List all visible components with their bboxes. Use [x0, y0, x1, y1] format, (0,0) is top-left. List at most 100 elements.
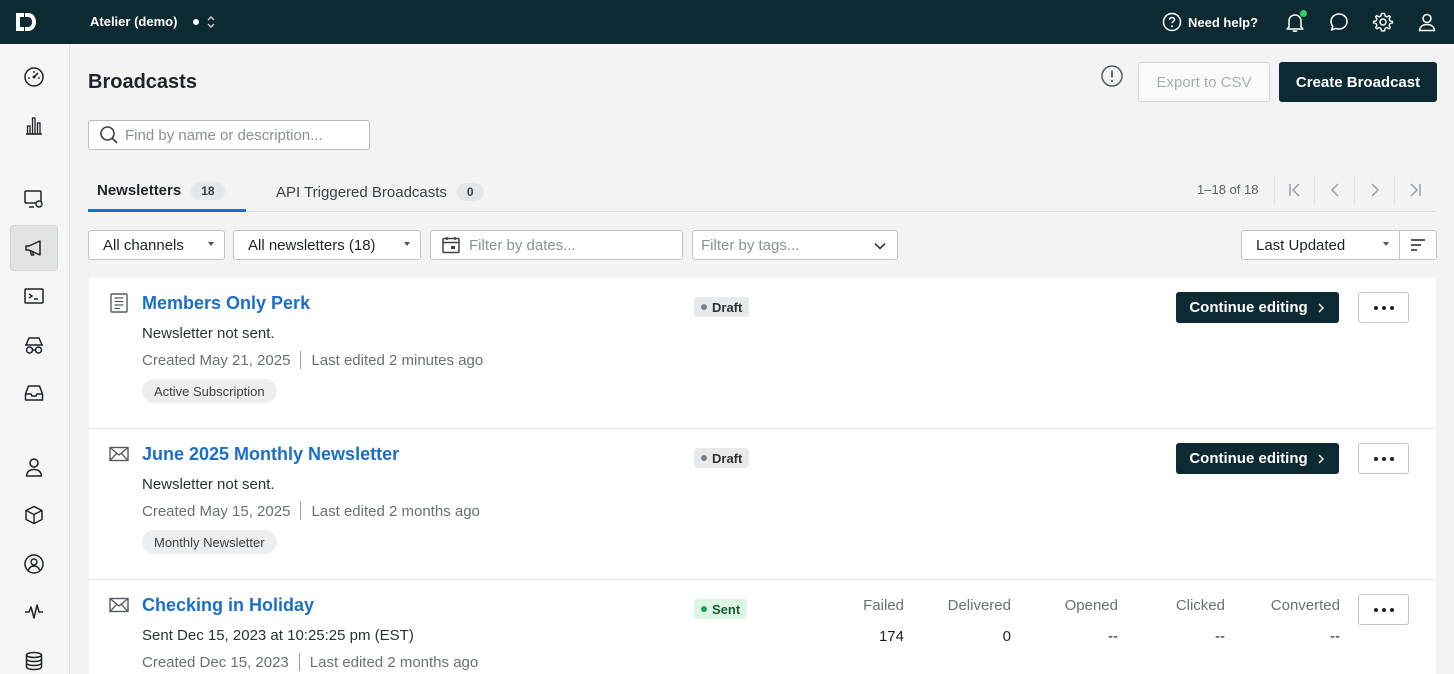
status-label: Draft: [712, 299, 743, 315]
broadcast-meta: Created May 15, 2025 Last edited 2 month…: [142, 502, 480, 520]
broadcast-title-link[interactable]: Checking in Holiday: [142, 595, 314, 616]
created-date: Created May 21, 2025: [142, 351, 291, 369]
inbox-icon: [24, 385, 44, 401]
sort-select[interactable]: Last Updated: [1241, 230, 1400, 260]
sidebar-item-objects[interactable]: [10, 492, 58, 538]
date-filter[interactable]: Filter by dates...: [430, 230, 683, 260]
sidebar-item-analytics[interactable]: [10, 102, 58, 148]
metric-label: Opened: [1064, 597, 1118, 614]
channels-filter-value: All channels: [103, 236, 184, 254]
help-circle-icon: [1162, 12, 1182, 32]
envelope-icon: [109, 446, 129, 462]
more-actions-button[interactable]: [1358, 292, 1409, 323]
top-bar: Atelier (demo) Need help?: [0, 0, 1454, 44]
metric-label: Clicked: [1175, 597, 1225, 614]
workspace-switcher-icon[interactable]: [205, 13, 217, 31]
status-badge: Draft: [694, 448, 750, 468]
export-csv-button[interactable]: Export to CSV: [1138, 62, 1270, 102]
metric-value: 174: [878, 628, 904, 645]
metric-clicked: Clicked --: [1176, 597, 1225, 645]
first-page-button[interactable]: [1274, 175, 1314, 205]
dot-icon: [1373, 607, 1378, 612]
sidebar-item-people[interactable]: [10, 444, 58, 490]
broadcast-card: June 2025 Monthly Newsletter Newsletter …: [89, 429, 1436, 580]
tab-api-triggered[interactable]: API Triggered Broadcasts 0: [276, 172, 484, 212]
sidebar-item-campaigns[interactable]: [10, 176, 58, 222]
sidebar-item-accounts[interactable]: [10, 541, 58, 587]
sidebar-item-transactional[interactable]: [10, 273, 58, 319]
info-icon[interactable]: [1100, 64, 1124, 88]
app-logo-icon[interactable]: [14, 10, 38, 34]
sort-direction-button[interactable]: [1399, 230, 1437, 260]
gauge-icon: [24, 67, 44, 87]
glasses-icon: [25, 337, 43, 354]
create-broadcast-button[interactable]: Create Broadcast: [1279, 62, 1437, 102]
last-page-button[interactable]: [1394, 175, 1434, 205]
status-badge: Draft: [694, 297, 750, 317]
last-page-icon: [1409, 183, 1421, 197]
meta-divider: [300, 351, 302, 369]
sort-select-value: Last Updated: [1256, 236, 1346, 254]
pagination-range: 1–18 of 18: [1197, 182, 1259, 197]
continue-editing-label: Continue editing: [1189, 450, 1308, 467]
continue-editing-label: Continue editing: [1189, 299, 1308, 316]
person-icon: [25, 458, 43, 477]
channels-filter[interactable]: All channels: [88, 230, 225, 260]
search-icon: [100, 126, 118, 144]
broadcast-subtitle: Newsletter not sent.: [142, 476, 275, 493]
sidebar-item-inbox[interactable]: [10, 370, 58, 416]
newsletters-filter-value: All newsletters (18): [248, 236, 376, 254]
newsletters-filter[interactable]: All newsletters (18): [233, 230, 421, 260]
tag-chip[interactable]: Monthly Newsletter: [142, 530, 277, 554]
help-button[interactable]: Need help?: [1162, 12, 1258, 32]
sort-lines-icon: [1411, 239, 1425, 251]
tab-count-badge: 18: [191, 181, 225, 200]
page-title: Broadcasts: [88, 71, 197, 93]
broadcast-title-link[interactable]: Members Only Perk: [142, 293, 310, 314]
help-label: Need help?: [1188, 14, 1259, 30]
next-page-button[interactable]: [1354, 175, 1394, 205]
sidebar-item-dashboard[interactable]: [10, 54, 58, 100]
metric-converted: Converted --: [1271, 597, 1340, 645]
sidebar-item-activity[interactable]: [10, 589, 58, 635]
main-content: Broadcasts Export to CSV Create Broadcas…: [70, 44, 1454, 674]
workspace-name[interactable]: Atelier (demo): [90, 14, 177, 29]
dot-icon: [1381, 607, 1386, 612]
status-dot: [701, 304, 707, 310]
gear-icon[interactable]: [1372, 11, 1394, 33]
broadcast-card: Members Only Perk Newsletter not sent. C…: [89, 278, 1436, 429]
previous-page-button[interactable]: [1314, 175, 1354, 205]
search-input[interactable]: [125, 126, 365, 144]
user-icon[interactable]: [1416, 11, 1438, 33]
dot-icon: [1389, 305, 1394, 310]
caret-down-icon: [1383, 242, 1389, 246]
tag-chip[interactable]: Active Subscription: [142, 379, 277, 403]
tab-label: API Triggered Broadcasts: [276, 183, 447, 201]
tags-filter[interactable]: Filter by tags...: [692, 230, 898, 260]
terminal-icon: [24, 288, 44, 304]
last-edited: Last edited 2 months ago: [309, 653, 479, 671]
tab-newsletters[interactable]: Newsletters 18: [88, 172, 246, 212]
dot-icon: [1381, 305, 1386, 310]
sidebar-item-segments[interactable]: [10, 322, 58, 368]
workspace-status-dot: [193, 19, 199, 25]
status-label: Draft: [712, 450, 743, 466]
cube-icon: [25, 505, 43, 525]
more-actions-button[interactable]: [1358, 443, 1409, 474]
broadcast-subtitle: Sent Dec 15, 2023 at 10:25:25 pm (EST): [142, 627, 414, 644]
sidebar-item-broadcasts[interactable]: [10, 225, 58, 271]
sidebar-item-data[interactable]: [10, 638, 58, 674]
metric-delivered: Delivered 0: [948, 597, 1011, 645]
calendar-icon: [442, 237, 460, 254]
database-icon: [25, 651, 43, 671]
status-dot: [701, 455, 707, 461]
continue-editing-button[interactable]: Continue editing: [1176, 292, 1339, 323]
chevron-down-icon: [874, 242, 886, 250]
document-icon: [110, 293, 128, 313]
continue-editing-button[interactable]: Continue editing: [1176, 443, 1339, 474]
broadcast-title-link[interactable]: June 2025 Monthly Newsletter: [142, 444, 399, 465]
broadcast-meta: Created Dec 15, 2023 Last edited 2 month…: [142, 653, 478, 671]
chat-icon[interactable]: [1328, 11, 1350, 33]
dot-icon: [1373, 305, 1378, 310]
more-actions-button[interactable]: [1358, 594, 1409, 625]
